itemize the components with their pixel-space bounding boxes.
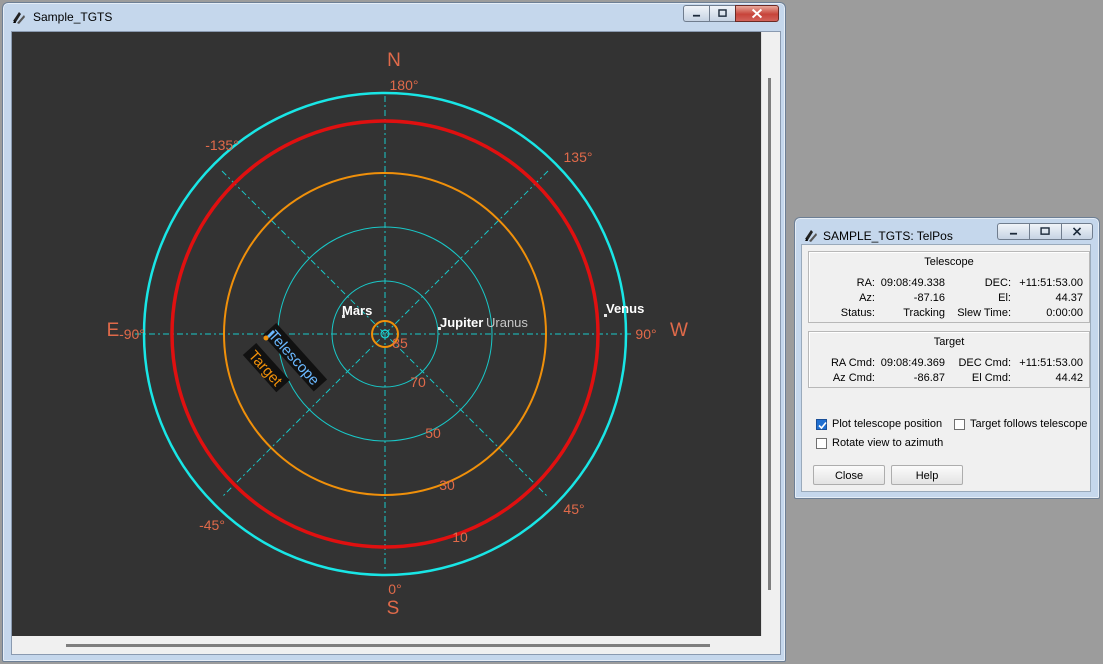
az-cmd-value: -86.87 xyxy=(913,372,945,384)
telpos-window-title: SAMPLE_TGTS: TelPos xyxy=(823,229,953,243)
uranus-label: Uranus xyxy=(486,315,528,330)
azimuth-label: 180° xyxy=(390,77,419,93)
app-icon xyxy=(805,230,817,242)
elevation-label: 30 xyxy=(439,477,455,493)
sky-plot: N S E W 180° 135° 90° 45° 0° -45° -90° -135° 85… xyxy=(107,50,688,619)
az-cmd-label: Az Cmd: xyxy=(832,372,875,384)
vertical-scroll-thumb[interactable] xyxy=(768,78,771,590)
compass-south: S xyxy=(387,598,400,619)
dec-label: DEC: xyxy=(984,277,1011,289)
target-follows-checkbox[interactable]: Target follows telescope xyxy=(954,418,1087,430)
slew-time-value: 0:00:00 xyxy=(1046,307,1083,319)
close-icon xyxy=(1072,227,1082,236)
app-icon xyxy=(13,12,25,24)
status-value: Tracking xyxy=(903,307,945,319)
azimuth-label: -90° xyxy=(119,326,145,342)
main-window-controls xyxy=(683,5,779,24)
ra-cmd-value: 09:08:49.369 xyxy=(880,357,945,369)
plot-telescope-label: Plot telescope position xyxy=(832,418,943,430)
ra-value: 09:08:49.338 xyxy=(880,277,945,289)
azimuth-label: 135° xyxy=(564,149,593,165)
compass-east: E xyxy=(107,320,120,341)
minimize-icon xyxy=(1009,232,1018,235)
rotate-view-checkbox[interactable]: Rotate view to azimuth xyxy=(816,437,943,449)
el-label: El: xyxy=(998,292,1011,304)
azimuth-label: -45° xyxy=(199,517,225,533)
azimuth-label: -135° xyxy=(205,137,239,153)
elevation-labels: 85 70 50 30 10 xyxy=(392,335,468,545)
azimuth-label: 0° xyxy=(388,581,401,597)
rotate-view-label: Rotate view to azimuth xyxy=(832,437,944,449)
minimize-button[interactable] xyxy=(683,5,709,22)
horizontal-scrollbar[interactable] xyxy=(12,636,762,654)
az-label: Az: xyxy=(859,292,875,304)
maximize-button[interactable] xyxy=(1029,223,1061,240)
telpos-window: SAMPLE_TGTS: TelPos Telescope RA: 09:08:… xyxy=(794,217,1100,499)
azimuth-label: 90° xyxy=(635,326,656,342)
elevation-label: 50 xyxy=(425,425,441,441)
main-window-title: Sample_TGTS xyxy=(33,10,113,24)
target-group: Target RA Cmd: 09:08:49.369 DEC Cmd: +11… xyxy=(808,331,1090,388)
vertical-scrollbar[interactable] xyxy=(761,32,780,636)
elevation-label: 70 xyxy=(410,374,426,390)
dec-value: +11:51:53.00 xyxy=(1019,277,1083,289)
maximize-button[interactable] xyxy=(709,5,735,22)
ra-label: RA: xyxy=(856,277,875,289)
close-icon xyxy=(751,8,763,19)
el-cmd-value: 44.42 xyxy=(1055,372,1083,384)
main-titlebar[interactable]: Sample_TGTS xyxy=(3,3,785,31)
telpos-titlebar[interactable]: SAMPLE_TGTS: TelPos xyxy=(795,218,1099,246)
compass-west: W xyxy=(670,320,688,341)
slew-time-label: Slew Time: xyxy=(957,307,1011,319)
jupiter-label: Jupiter xyxy=(440,315,483,330)
target-follows-check-box[interactable] xyxy=(954,418,965,430)
main-window: Sample_TGTS N S E W 180° 135° 90° 45° 0°… xyxy=(2,2,786,662)
minimize-icon xyxy=(692,14,701,17)
plot-telescope-check-box[interactable] xyxy=(816,418,827,430)
check-icon xyxy=(818,421,827,429)
azimuth-label: 45° xyxy=(563,501,584,517)
target-group-title: Target xyxy=(933,336,965,348)
venus-label: Venus xyxy=(606,301,644,316)
close-button[interactable]: Close xyxy=(813,465,885,485)
az-value: -87.16 xyxy=(913,292,945,304)
horizontal-scroll-thumb[interactable] xyxy=(66,644,710,647)
compass-north: N xyxy=(387,50,401,71)
dec-cmd-label: DEC Cmd: xyxy=(958,357,1011,369)
dec-cmd-value: +11:51:53.00 xyxy=(1019,357,1083,369)
telescope-group: Telescope RA: 09:08:49.338 DEC: +11:51:5… xyxy=(808,251,1090,323)
close-window-button[interactable] xyxy=(735,5,779,22)
ra-cmd-label: RA Cmd: xyxy=(830,357,875,369)
telpos-client-area: Telescope RA: 09:08:49.338 DEC: +11:51:5… xyxy=(801,244,1091,492)
maximize-icon xyxy=(1040,227,1050,235)
status-label: Status: xyxy=(840,307,875,319)
rotate-view-check-box[interactable] xyxy=(816,437,827,449)
plot-telescope-checkbox[interactable]: Plot telescope position xyxy=(816,418,942,430)
target-marker xyxy=(263,335,269,341)
el-cmd-label: El Cmd: xyxy=(971,372,1011,384)
sky-plot-canvas[interactable]: N S E W 180° 135° 90° 45° 0° -45° -90° -135° 85… xyxy=(12,32,762,636)
mars-label: Mars xyxy=(342,303,372,318)
help-button[interactable]: Help xyxy=(891,465,963,485)
minimize-button[interactable] xyxy=(997,223,1029,240)
main-client-area: N S E W 180° 135° 90° 45° 0° -45° -90° -135° 85… xyxy=(11,31,781,655)
elevation-label: 85 xyxy=(392,335,408,351)
el-value: 44.37 xyxy=(1055,292,1083,304)
elevation-label: 10 xyxy=(452,529,468,545)
telpos-window-controls xyxy=(997,223,1093,242)
maximize-icon xyxy=(718,9,727,17)
close-window-button[interactable] xyxy=(1061,223,1093,240)
telescope-group-title: Telescope xyxy=(924,256,974,268)
target-follows-label: Target follows telescope xyxy=(970,418,1088,430)
